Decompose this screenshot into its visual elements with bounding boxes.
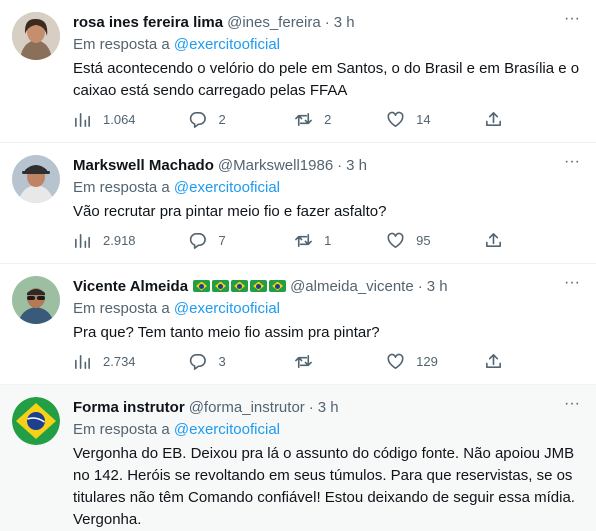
timestamp[interactable]: 3 h <box>346 157 367 174</box>
share-icon <box>486 111 501 126</box>
tweet-text: Vão recrutar pra pintar meio fio e fazer… <box>73 203 387 220</box>
retweet-button[interactable]: 2 <box>294 109 386 129</box>
author-name[interactable]: rosa ines fereira lima <box>73 14 223 31</box>
tweet-actions: 1.064 2 2 14 <box>73 109 503 129</box>
author-name[interactable]: Markswell Machado <box>73 157 214 174</box>
reply-button[interactable]: 7 <box>188 230 294 250</box>
more-icon[interactable]: ··· <box>562 11 582 32</box>
views-button[interactable]: 2.918 <box>73 230 188 250</box>
reply-context: Em resposta a @exercitooficial <box>73 178 584 198</box>
tweet-actions: 2.734 3 129 <box>73 351 503 371</box>
timestamp[interactable]: 3 h <box>334 14 355 31</box>
reply-icon <box>190 232 207 249</box>
tweet-text: Vergonha do EB. Deixou pra lá o assunto … <box>73 445 575 528</box>
retweet-icon <box>295 112 313 126</box>
separator-dot: · <box>308 398 314 416</box>
retweet-button[interactable] <box>294 351 386 371</box>
like-icon <box>387 232 404 248</box>
share-button[interactable] <box>484 109 503 129</box>
views-icon <box>75 233 90 248</box>
avatar[interactable] <box>12 397 60 445</box>
share-button[interactable] <box>484 230 503 250</box>
tweet-text: Pra que? Tem tanto meio fio assim pra pi… <box>73 324 380 341</box>
author-handle[interactable]: @forma_instrutor <box>189 399 305 416</box>
tweet[interactable]: Forma instrutor @forma_instrutor · 3 h E… <box>0 385 596 531</box>
avatar[interactable] <box>12 155 60 203</box>
retweet-icon <box>295 354 313 368</box>
reply-prefix: Em resposta a <box>73 179 170 196</box>
like-count: 14 <box>416 111 431 127</box>
reply-count: 7 <box>218 232 226 248</box>
author-name[interactable]: Forma instrutor <box>73 399 185 416</box>
reply-button[interactable]: 2 <box>188 109 294 129</box>
views-count: 2.734 <box>103 353 136 369</box>
reply-mention-link[interactable]: @exercitooficial <box>174 179 280 196</box>
reply-count: 2 <box>218 111 226 127</box>
reply-context: Em resposta a @exercitooficial <box>73 299 584 319</box>
like-icon <box>387 111 404 127</box>
views-count: 1.064 <box>103 111 136 127</box>
reply-prefix: Em resposta a <box>73 36 170 53</box>
reply-icon <box>190 353 207 370</box>
like-icon <box>387 353 404 369</box>
tweet[interactable]: Markswell Machado @Markswell1986 · 3 h E… <box>0 143 596 264</box>
tweet-text: Está acontecendo o velório do pele em Sa… <box>73 60 580 99</box>
avatar[interactable] <box>12 12 60 60</box>
more-icon[interactable]: ··· <box>562 396 582 417</box>
author-handle[interactable]: @ines_fereira <box>227 14 321 31</box>
reply-prefix: Em resposta a <box>73 300 170 317</box>
author-handle[interactable]: @almeida_vicente <box>290 278 414 295</box>
like-count: 95 <box>416 232 431 248</box>
author-handle[interactable]: @Markswell1986 <box>218 157 333 174</box>
like-button[interactable]: 129 <box>386 351 484 371</box>
replies-feed: rosa ines fereira lima @ines_fereira · 3… <box>0 0 596 531</box>
tweet[interactable]: rosa ines fereira lima @ines_fereira · 3… <box>0 0 596 143</box>
views-button[interactable]: 1.064 <box>73 109 188 129</box>
reply-button[interactable]: 3 <box>188 351 294 371</box>
tweet-actions: 2.918 7 1 95 <box>73 230 503 250</box>
author-name[interactable]: Vicente Almeida <box>73 278 188 295</box>
timestamp[interactable]: 3 h <box>427 278 448 295</box>
reply-mention-link[interactable]: @exercitooficial <box>174 300 280 317</box>
share-icon <box>486 232 501 247</box>
retweet-button[interactable]: 1 <box>294 230 386 250</box>
views-icon <box>75 354 90 369</box>
brazil-flag-icon <box>193 280 287 292</box>
timestamp[interactable]: 3 h <box>318 399 339 416</box>
reply-prefix: Em resposta a <box>73 421 170 438</box>
tweet[interactable]: Vicente Almeida @almeida_vicente · 3 h E… <box>0 264 596 385</box>
views-icon <box>75 112 90 127</box>
separator-dot: · <box>337 156 343 174</box>
retweet-count: 1 <box>324 232 332 248</box>
reply-context: Em resposta a @exercitooficial <box>73 35 584 55</box>
share-icon <box>486 353 501 368</box>
avatar[interactable] <box>12 276 60 324</box>
retweet-icon <box>295 233 313 247</box>
separator-dot: · <box>417 277 423 295</box>
more-icon[interactable]: ··· <box>562 275 582 296</box>
retweet-count: 2 <box>324 111 332 127</box>
like-button[interactable]: 14 <box>386 109 484 129</box>
reply-count: 3 <box>218 353 226 369</box>
reply-icon <box>190 111 207 128</box>
separator-dot: · <box>324 13 330 31</box>
reply-context: Em resposta a @exercitooficial <box>73 420 584 440</box>
like-button[interactable]: 95 <box>386 230 484 250</box>
like-count: 129 <box>416 353 438 369</box>
views-button[interactable]: 2.734 <box>73 351 188 371</box>
share-button[interactable] <box>484 351 503 371</box>
more-icon[interactable]: ··· <box>562 154 582 175</box>
reply-mention-link[interactable]: @exercitooficial <box>174 421 280 438</box>
views-count: 2.918 <box>103 232 136 248</box>
reply-mention-link[interactable]: @exercitooficial <box>174 36 280 53</box>
